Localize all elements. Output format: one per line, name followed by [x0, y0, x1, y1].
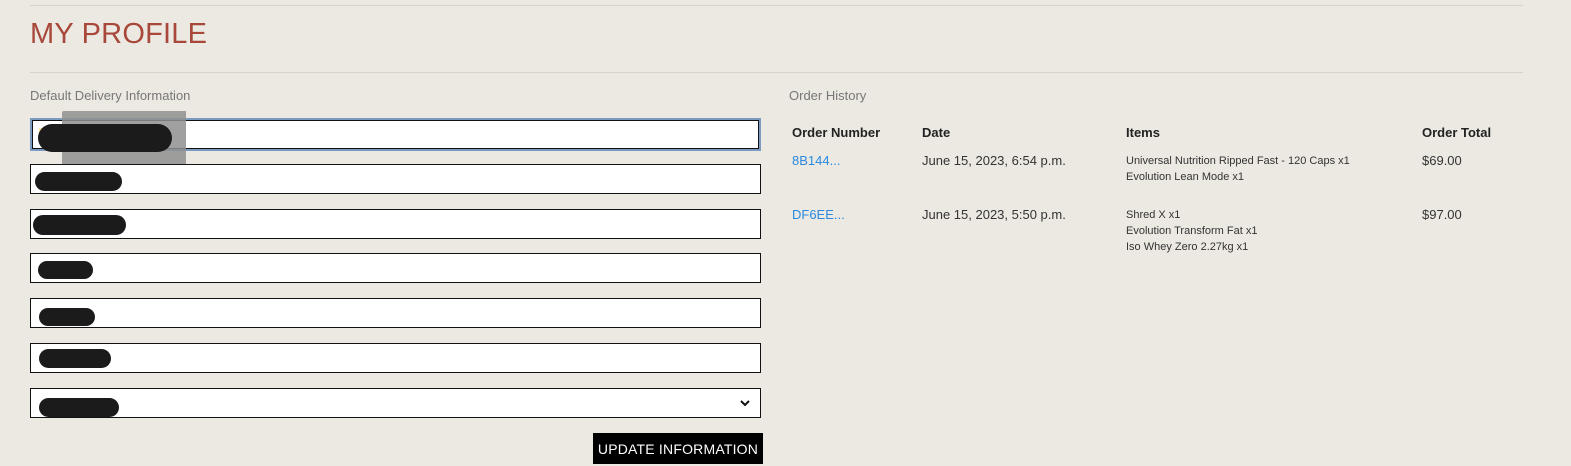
redaction-mark — [33, 215, 126, 235]
column-header-date: Date — [922, 125, 951, 140]
order-date: June 15, 2023, 6:54 p.m. — [922, 153, 1066, 168]
update-information-button[interactable]: UPDATE INFORMATION — [593, 433, 763, 464]
redaction-mark — [39, 398, 119, 417]
delivery-field-5[interactable] — [30, 298, 761, 328]
order-history-label: Order History — [789, 88, 867, 103]
order-number-link[interactable]: DF6EE... — [792, 207, 845, 222]
redaction-mark — [39, 349, 111, 368]
order-items: Shred X x1 Evolution Transform Fat x1 Is… — [1126, 207, 1257, 255]
delivery-select[interactable] — [30, 388, 761, 418]
order-number-link[interactable]: 8B144... — [792, 153, 840, 168]
order-total: $97.00 — [1422, 207, 1462, 222]
order-date: June 15, 2023, 5:50 p.m. — [922, 207, 1066, 222]
delivery-field-4[interactable] — [30, 253, 761, 283]
delivery-section-label: Default Delivery Information — [30, 88, 191, 103]
delivery-field-1[interactable] — [30, 111, 761, 167]
top-divider — [30, 5, 1523, 6]
chevron-down-icon — [740, 400, 750, 407]
delivery-field-2[interactable] — [30, 164, 761, 194]
order-item: Iso Whey Zero 2.27kg x1 — [1126, 241, 1249, 253]
column-header-order-number: Order Number — [792, 125, 881, 140]
order-item: Evolution Transform Fat x1 — [1126, 225, 1258, 237]
column-header-items: Items — [1126, 125, 1160, 140]
redaction-mark — [35, 172, 122, 191]
delivery-field-6[interactable] — [30, 343, 761, 373]
redaction-mark — [39, 308, 95, 326]
delivery-field-3[interactable] — [30, 209, 761, 239]
column-header-order-total: Order Total — [1422, 125, 1492, 140]
order-total: $69.00 — [1422, 153, 1462, 168]
order-item: Universal Nutrition Ripped Fast - 120 Ca… — [1126, 155, 1350, 167]
title-divider — [30, 72, 1523, 73]
order-item: Evolution Lean Mode x1 — [1126, 171, 1245, 183]
order-items: Universal Nutrition Ripped Fast - 120 Ca… — [1126, 153, 1350, 185]
order-item: Shred X x1 — [1126, 209, 1181, 221]
redaction-mark — [38, 124, 172, 152]
page-title: MY PROFILE — [30, 18, 208, 50]
redaction-mark — [38, 261, 93, 279]
